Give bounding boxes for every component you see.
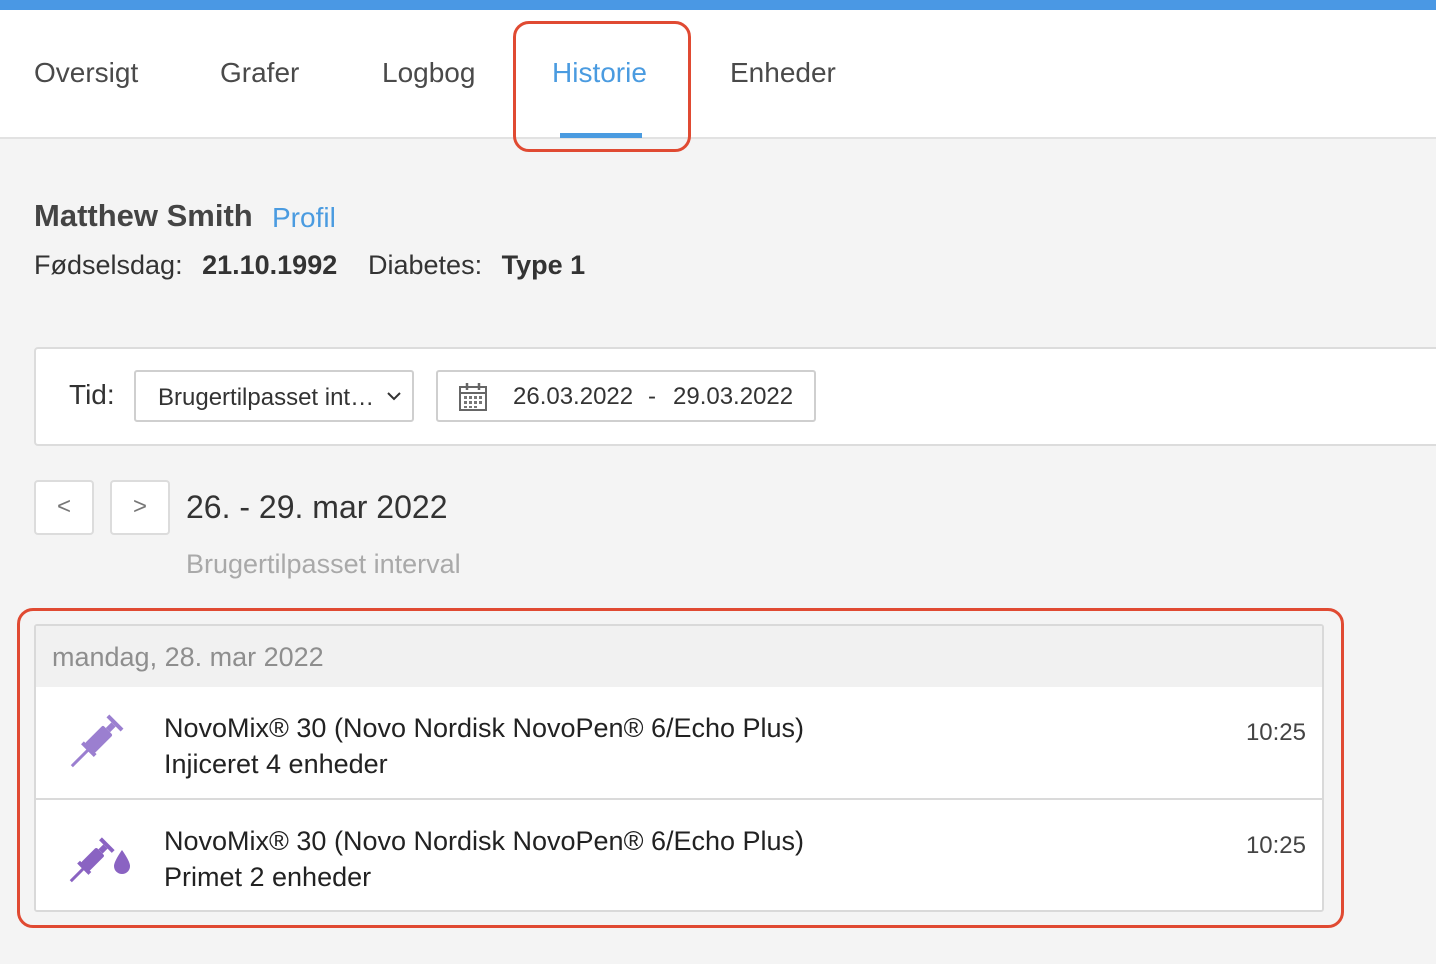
interval-select-value: Brugertilpasset interval bbox=[158, 384, 386, 411]
period-title: 26. - 29. mar 2022 bbox=[186, 489, 448, 525]
tab-historie[interactable]: Historie bbox=[552, 10, 647, 137]
next-period-button[interactable]: > bbox=[110, 480, 170, 535]
history-entry[interactable]: NovoMix® 30 (Novo Nordisk NovoPen® 6/Ech… bbox=[36, 800, 1322, 910]
main-navigation: Oversigt Grafer Logbog Historie Enheder bbox=[0, 10, 1436, 139]
date-separator: - bbox=[648, 383, 656, 410]
diabetes-type-value: Type 1 bbox=[501, 250, 586, 280]
date-to: 29.03.2022 bbox=[673, 383, 794, 410]
previous-period-button[interactable]: < bbox=[34, 480, 94, 535]
day-header: mandag, 28. mar 2022 bbox=[36, 626, 1322, 687]
date-range-picker[interactable]: 26.03.2022 - 29.03.2022 bbox=[436, 370, 816, 422]
interval-select[interactable]: Brugertilpasset interval bbox=[134, 370, 414, 422]
birthday-info: Fødselsdag: 21.10.1992 bbox=[34, 250, 337, 281]
entry-time: 10:25 bbox=[1245, 832, 1306, 859]
filter-panel: Tid: Brugertilpasset interval 26.03.2022… bbox=[34, 347, 1436, 446]
day-history-card: mandag, 28. mar 2022 NovoMix® 30 (Novo N… bbox=[34, 624, 1324, 912]
tab-grafer[interactable]: Grafer bbox=[220, 10, 299, 137]
entry-time: 10:25 bbox=[1245, 719, 1306, 746]
date-from: 26.03.2022 bbox=[513, 383, 634, 410]
entry-detail: Primet 2 enheder bbox=[164, 862, 372, 892]
tab-oversigt[interactable]: Oversigt bbox=[34, 10, 138, 137]
top-accent-bar bbox=[0, 0, 1436, 10]
period-subtitle: Brugertilpasset interval bbox=[186, 549, 461, 579]
profile-link[interactable]: Profil bbox=[272, 202, 336, 234]
time-filter-label: Tid: bbox=[69, 379, 115, 410]
tab-enheder[interactable]: Enheder bbox=[730, 10, 836, 137]
diabetes-label: Diabetes: bbox=[368, 250, 483, 280]
active-tab-indicator bbox=[560, 133, 642, 138]
birthday-label: Fødselsdag: bbox=[34, 250, 183, 280]
calendar-icon bbox=[459, 383, 487, 411]
syringe-drop-icon bbox=[69, 837, 130, 883]
diabetes-info: Diabetes: Type 1 bbox=[368, 250, 585, 281]
syringe-icon bbox=[70, 714, 124, 768]
entry-title: NovoMix® 30 (Novo Nordisk NovoPen® 6/Ech… bbox=[164, 826, 805, 856]
entry-detail: Injiceret 4 enheder bbox=[164, 749, 388, 779]
chevron-down-icon bbox=[387, 392, 401, 401]
entry-title: NovoMix® 30 (Novo Nordisk NovoPen® 6/Ech… bbox=[164, 713, 805, 743]
tab-logbog[interactable]: Logbog bbox=[382, 10, 475, 137]
history-entry[interactable]: NovoMix® 30 (Novo Nordisk NovoPen® 6/Ech… bbox=[36, 687, 1322, 800]
patient-name: Matthew Smith bbox=[34, 198, 253, 233]
birthday-value: 21.10.1992 bbox=[202, 250, 338, 280]
